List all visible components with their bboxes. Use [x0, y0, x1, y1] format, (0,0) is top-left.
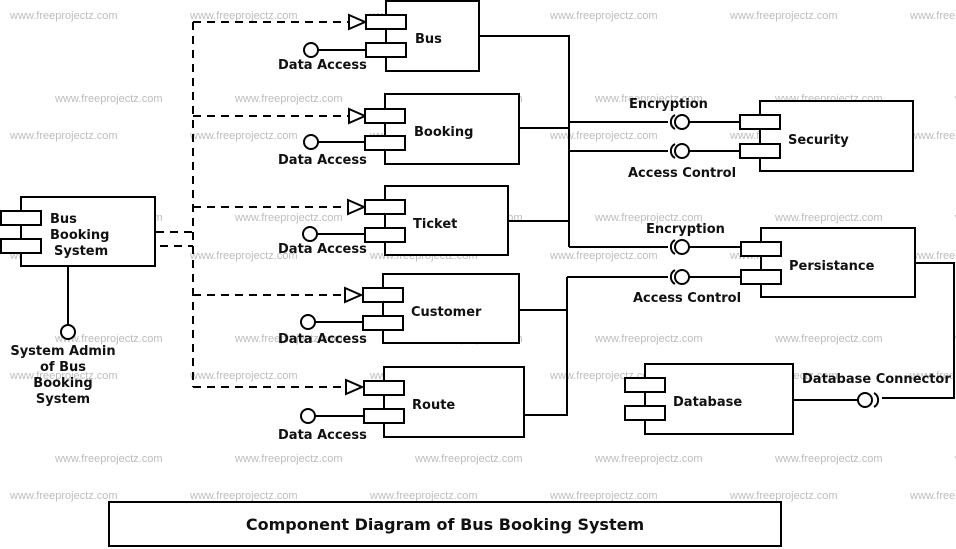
- svg-text:Data Access: Data Access: [278, 58, 367, 73]
- provided-interface-icon: [674, 269, 690, 285]
- component-security[interactable]: Security Encryption Access Control: [628, 97, 914, 181]
- watermark-text: www.freeprojectz.com: [774, 453, 883, 465]
- watermark-text: www.freeprojectz.com: [549, 250, 658, 262]
- watermark-text: www.freeprojectz.com: [909, 490, 956, 502]
- watermark-text: www.freeprojectz.com: [189, 370, 298, 382]
- watermark-text: www.freeprojectz.com: [909, 10, 956, 22]
- watermark-text: www.freeprojectz.com: [414, 453, 523, 465]
- component-booking[interactable]: Booking Data Access: [278, 93, 520, 168]
- watermark-text: www.freeprojectz.com: [9, 130, 118, 142]
- svg-text:Booking: Booking: [33, 376, 92, 391]
- watermark-text: www.freeprojectz.com: [54, 453, 163, 465]
- svg-text:of Bus: of Bus: [40, 360, 86, 375]
- svg-text:Encryption: Encryption: [646, 222, 725, 237]
- component-route[interactable]: Route Data Access: [278, 366, 525, 443]
- watermark-text: www.freeprojectz.com: [9, 10, 118, 22]
- provided-interface-icon: [674, 143, 690, 159]
- watermark-text: www.freeprojectz.com: [549, 490, 658, 502]
- svg-text:Access Control: Access Control: [633, 291, 741, 306]
- data-access-interface-icon: [303, 42, 319, 58]
- diagram-canvas: www.freeprojectz.com www.freeprojectz.com…: [0, 0, 956, 549]
- svg-text:Route: Route: [412, 398, 455, 413]
- arrow-booking: [348, 107, 368, 125]
- watermark-text: www.freeprojectz.com: [234, 212, 343, 224]
- watermark-text: www.freeprojectz.com: [594, 333, 703, 345]
- svg-text:Customer: Customer: [411, 305, 482, 320]
- svg-text:Ticket: Ticket: [413, 217, 457, 232]
- svg-text:Booking: Booking: [414, 125, 473, 140]
- component-name-line: Bus: [50, 212, 77, 227]
- provided-interface-icon: [674, 114, 690, 130]
- data-access-interface-icon: [300, 408, 316, 424]
- svg-text:System Admin: System Admin: [10, 344, 115, 359]
- watermark-text: www.freeprojectz.com: [549, 10, 658, 22]
- arrow-route: [345, 378, 365, 396]
- svg-text:Bus: Bus: [415, 32, 442, 47]
- svg-text:Persistance: Persistance: [789, 259, 875, 274]
- svg-text:Data Access: Data Access: [278, 242, 367, 257]
- watermark-text: www.freeprojectz.com: [594, 453, 703, 465]
- svg-text:Encryption: Encryption: [629, 97, 708, 112]
- data-access-interface-icon: [300, 314, 316, 330]
- watermark-text: www.freeprojectz.com: [369, 490, 478, 502]
- svg-text:Data Access: Data Access: [278, 332, 367, 347]
- provided-interface-icon: [857, 392, 873, 408]
- provided-interface-icon: [674, 239, 690, 255]
- watermark-text: www.freeprojectz.com: [54, 93, 163, 105]
- component-name-line: Booking: [50, 228, 109, 243]
- watermark-text: www.freeprojectz.com: [549, 130, 658, 142]
- watermark-text: www.freeprojectz.com: [234, 93, 343, 105]
- watermark-text: www.freeprojectz.com: [9, 490, 118, 502]
- svg-text:Database: Database: [673, 395, 742, 410]
- watermark-text: www.freeprojectz.com: [774, 212, 883, 224]
- watermark-text: www.freeprojectz.com: [189, 10, 298, 22]
- svg-text:Access Control: Access Control: [628, 166, 736, 181]
- watermark-text: www.freeprojectz.com: [189, 130, 298, 142]
- arrow-bus: [348, 13, 368, 31]
- watermark-text: www.freeprojectz.com: [909, 250, 956, 262]
- data-access-interface-icon: [303, 134, 319, 150]
- svg-text:Data Access: Data Access: [278, 428, 367, 443]
- watermark-text: www.freeprojectz.com: [234, 453, 343, 465]
- watermark-text: www.freeprojectz.com: [189, 490, 298, 502]
- svg-text:Data Access: Data Access: [278, 153, 367, 168]
- arrow-customer: [344, 286, 364, 304]
- diagram-title: Component Diagram of Bus Booking System: [246, 515, 644, 534]
- required-interface-icon: [873, 392, 880, 408]
- component-name-line: System: [54, 244, 108, 259]
- data-access-interface-icon: [302, 226, 318, 242]
- watermark-text: www.freeprojectz.com: [909, 130, 956, 142]
- arrow-ticket: [347, 198, 367, 216]
- component-diagram: www.freeprojectz.com www.freeprojectz.com…: [0, 0, 956, 547]
- component-customer[interactable]: Customer Data Access: [278, 273, 520, 347]
- component-bus-booking-system[interactable]: Bus Booking System: [0, 196, 156, 267]
- provided-interface-icon: [60, 324, 76, 340]
- svg-text:System: System: [36, 392, 90, 407]
- svg-text:Database Connector: Database Connector: [802, 372, 951, 387]
- watermark-text: www.freeprojectz.com: [729, 490, 838, 502]
- diagram-title-box: Component Diagram of Bus Booking System: [108, 501, 782, 547]
- watermark-text: www.freeprojectz.com: [729, 10, 838, 22]
- watermark-text: www.freeprojectz.com: [774, 333, 883, 345]
- svg-text:Security: Security: [788, 133, 849, 148]
